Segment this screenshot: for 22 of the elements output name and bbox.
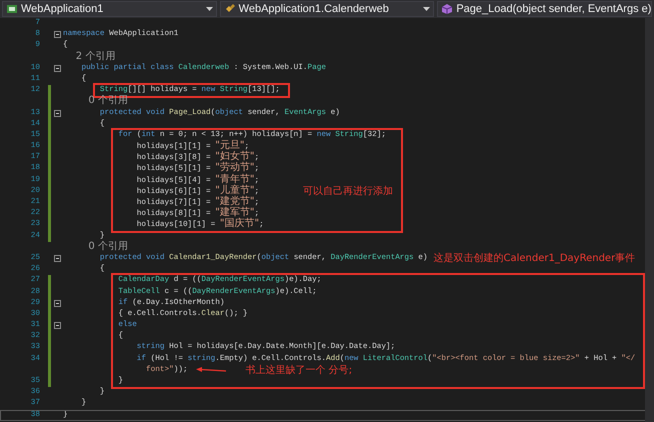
collapse-icon[interactable] xyxy=(54,110,60,117)
navigation-dropdown[interactable]: Page_Load(object sender, EventArgs e) xyxy=(437,1,652,17)
cube-icon xyxy=(441,3,454,15)
reference-count[interactable]: 0 个引用 xyxy=(63,96,128,108)
annotation-text: 可以自己再进行添加 xyxy=(303,186,394,197)
collapse-icon[interactable] xyxy=(54,255,60,262)
annotation-text: 这是双击创建的Calender1_DayRender事件 xyxy=(434,252,636,264)
reference-count[interactable]: 2 个引用 xyxy=(63,52,116,63)
navigation-dropdown[interactable]: WebApplication1 xyxy=(2,1,217,17)
arrow-icon xyxy=(196,366,226,374)
collapse-icon[interactable] xyxy=(54,322,60,330)
navigation-dropdown[interactable]: WebApplication1.Calenderweb xyxy=(220,1,434,17)
collapse-icon[interactable] xyxy=(54,300,60,307)
annotation-text: 书上这里缺了一个 分号; xyxy=(246,364,352,376)
project-icon xyxy=(6,3,18,15)
reference-count[interactable]: 0 个引用 xyxy=(63,242,128,253)
collapse-icon[interactable] xyxy=(54,31,60,38)
caret-icon xyxy=(206,7,213,11)
class-icon xyxy=(224,3,236,15)
caret-icon xyxy=(423,7,430,11)
scrollbar[interactable] xyxy=(645,18,654,422)
collapse-icon[interactable] xyxy=(54,64,60,72)
